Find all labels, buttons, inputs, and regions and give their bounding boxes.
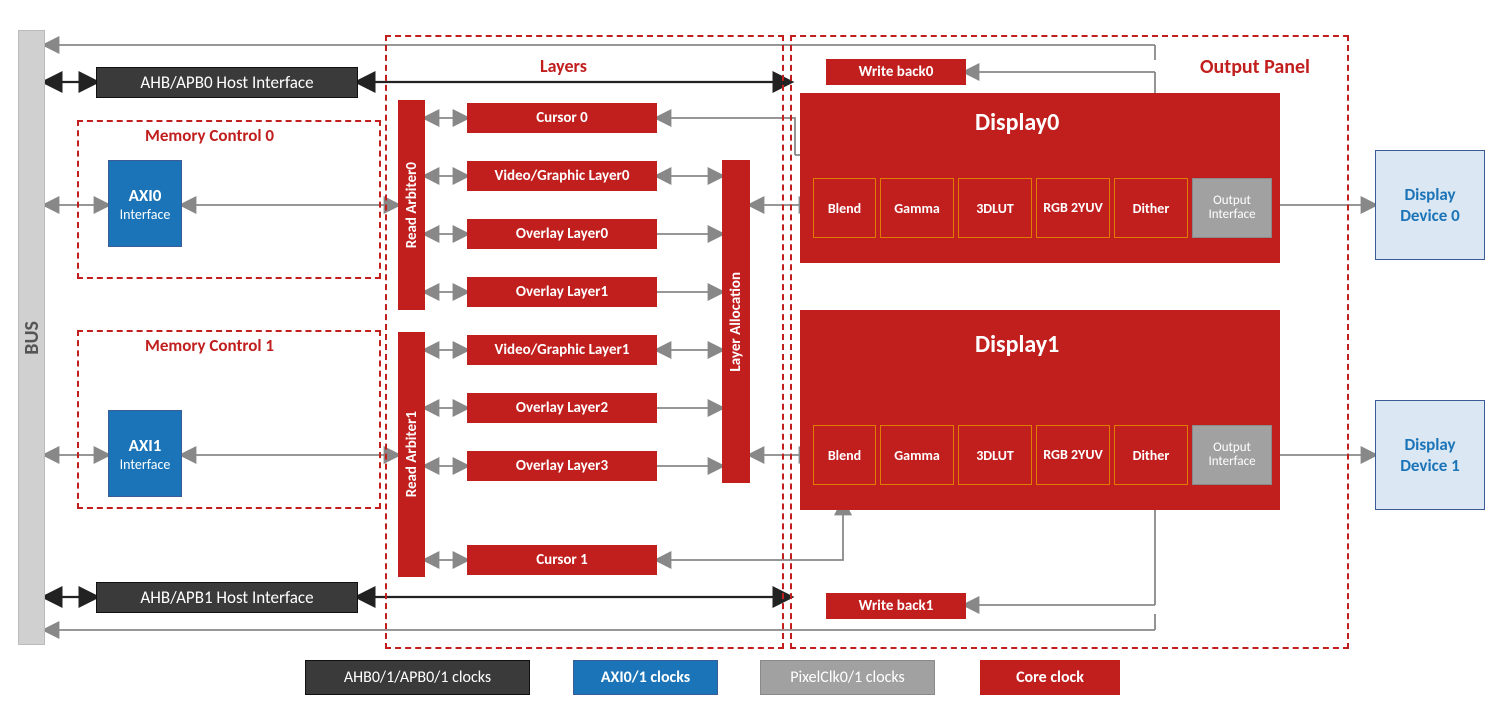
memory-control-0-title: Memory Control 0 [145,125,274,146]
writeback-1: Write back1 [826,593,966,619]
display-device-1: Display Device 1 [1375,400,1485,510]
read-arbiter-1: Read Arbiter1 [398,332,425,577]
display-device-0-l2: Device 0 [1400,205,1460,226]
legend-axi: AXI0/1 clocks [573,660,718,695]
axi0-sub: Interface [120,206,171,223]
display1-rgb2yuv: RGB 2YUV [1036,425,1110,485]
display0-dither: Dither [1114,178,1188,238]
host-interface-1: AHB/APB1 Host Interface [96,582,358,613]
display1-3dlut: 3DLUT [958,425,1032,485]
display-device-0: Display Device 0 [1375,150,1485,260]
axi1-label: AXI1 [129,435,162,456]
layer-vg0: Video/Graphic Layer0 [467,161,657,191]
display0-3dlut: 3DLUT [958,178,1032,238]
layers-title: Layers [540,55,587,77]
display0-rgb2yuv: RGB 2YUV [1036,178,1110,238]
axi1-sub: Interface [120,456,171,473]
legend-ahb: AHB0/1/APB0/1 clocks [305,660,530,695]
layer-allocation: Layer Allocation [722,160,750,483]
display-device-1-l2: Device 1 [1400,455,1460,476]
bus-label: BUS [20,321,44,355]
output-panel-title: Output Panel [1200,55,1310,79]
host-interface-0: AHB/APB0 Host Interface [96,67,358,98]
axi0-block: AXI0 Interface [108,160,182,247]
layer-allocation-label: Layer Allocation [727,272,745,372]
memory-control-1-title: Memory Control 1 [145,335,274,356]
display0-title: Display0 [975,108,1059,137]
display0-output-interface: Output Interface [1192,178,1272,238]
axi0-label: AXI0 [129,185,162,206]
display0-blend: Blend [813,178,876,238]
layer-ov2: Overlay Layer2 [467,393,657,423]
display1-dither: Dither [1114,425,1188,485]
legend-core: Core clock [980,660,1120,695]
display-device-0-l1: Display [1404,184,1455,205]
display1-gamma: Gamma [880,425,954,485]
layer-ov3: Overlay Layer3 [467,451,657,481]
display1-output-interface: Output Interface [1192,425,1272,485]
legend-pix: PixelClk0/1 clocks [760,660,935,695]
bus-block: BUS [18,30,45,645]
display0-gamma: Gamma [880,178,954,238]
display1-blend: Blend [813,425,876,485]
display-device-1-l1: Display [1404,434,1455,455]
layer-cursor0: Cursor 0 [467,103,657,133]
writeback-0: Write back0 [826,59,966,85]
read-arbiter-0: Read Arbiter0 [398,100,425,310]
layer-cursor1: Cursor 1 [467,545,657,575]
read-arbiter-0-label: Read Arbiter0 [403,162,421,248]
layer-vg1: Video/Graphic Layer1 [467,335,657,365]
read-arbiter-1-label: Read Arbiter1 [403,411,421,497]
layer-ov1: Overlay Layer1 [467,277,657,307]
display1-title: Display1 [975,330,1059,359]
axi1-block: AXI1 Interface [108,410,182,497]
layer-ov0: Overlay Layer0 [467,219,657,249]
